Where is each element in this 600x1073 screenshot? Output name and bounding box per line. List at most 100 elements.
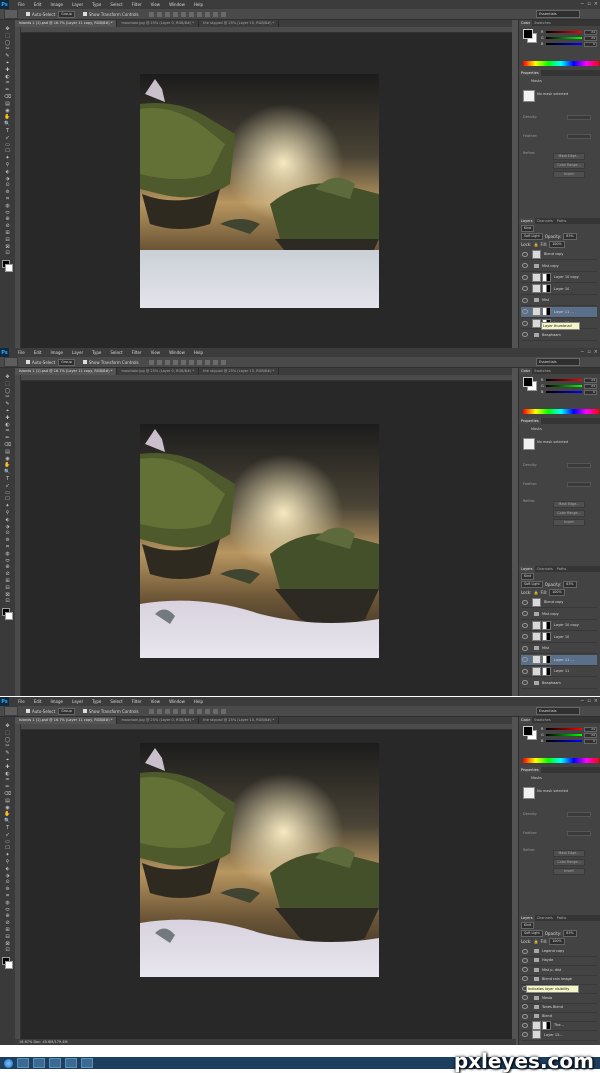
tool-icon[interactable]: ⊟ bbox=[3, 237, 12, 243]
menu-item-layer[interactable]: Layer bbox=[72, 2, 83, 7]
layer-thumbnail[interactable] bbox=[532, 1030, 541, 1040]
taskbar-mail-icon[interactable] bbox=[81, 1058, 93, 1068]
tool-icon[interactable]: ⬖ bbox=[3, 169, 12, 175]
doc-tab-3[interactable]: the sky.psd @ 25% (Layer 15, RGB/8#) * bbox=[199, 717, 280, 724]
tool-icon[interactable]: ✎ bbox=[3, 53, 12, 59]
align-icon[interactable] bbox=[204, 359, 210, 365]
menu-item-help[interactable]: Help bbox=[194, 350, 203, 355]
tab-color[interactable]: Color bbox=[519, 368, 533, 374]
tool-icon[interactable]: ⊕ bbox=[3, 913, 12, 919]
eye-icon[interactable] bbox=[522, 995, 528, 1000]
tool-icon[interactable]: 🔍 bbox=[3, 469, 12, 475]
background-color-swatch[interactable] bbox=[5, 612, 13, 620]
layer-name[interactable]: Hayde bbox=[542, 958, 553, 962]
tool-icon[interactable]: ⌫ bbox=[3, 791, 12, 797]
align-icon[interactable] bbox=[188, 359, 194, 365]
layer-name[interactable]: Mist p. dist bbox=[542, 968, 561, 972]
invert-button[interactable]: Invert bbox=[553, 868, 585, 875]
align-icon[interactable] bbox=[204, 708, 210, 714]
minimize-icon[interactable]: − bbox=[580, 698, 584, 704]
menu-item-view[interactable]: View bbox=[151, 699, 161, 704]
menu-item-edit[interactable]: Edit bbox=[34, 350, 42, 355]
maximize-icon[interactable]: ▫ bbox=[587, 1, 590, 7]
lock-icon[interactable]: 🔒 bbox=[533, 590, 538, 595]
color-range-button[interactable]: Color Range... bbox=[553, 162, 585, 169]
mask-edge-button[interactable]: Mask Edge... bbox=[553, 153, 585, 160]
color-slider-r[interactable]: R 24 bbox=[541, 29, 599, 35]
layer-row[interactable]: Layer 10 bbox=[521, 632, 597, 643]
opacity-field[interactable]: 63% bbox=[563, 929, 577, 937]
layer-row[interactable]: Mist bbox=[521, 643, 597, 654]
tool-icon[interactable]: ⌖ bbox=[3, 60, 12, 66]
color-spectrum[interactable] bbox=[523, 758, 599, 763]
eye-icon[interactable] bbox=[522, 332, 528, 337]
tool-icon[interactable]: ⊙ bbox=[3, 182, 12, 188]
density-field[interactable]: Density: bbox=[523, 114, 597, 120]
align-icon[interactable] bbox=[196, 11, 202, 17]
layer-thumbnail[interactable] bbox=[532, 249, 541, 259]
auto-select-checkbox[interactable] bbox=[26, 709, 30, 713]
layer-mask-thumbnail[interactable] bbox=[542, 655, 551, 664]
lock-icon[interactable]: 🔒 bbox=[533, 939, 538, 944]
density-slider[interactable] bbox=[567, 811, 591, 817]
tab-channels[interactable]: Channels bbox=[535, 915, 555, 921]
tool-icon[interactable]: ⚲ bbox=[3, 162, 12, 168]
align-icon[interactable] bbox=[148, 11, 154, 17]
tool-icon[interactable]: ◉ bbox=[3, 108, 12, 114]
layer-name[interactable]: Blend copy bbox=[544, 600, 563, 604]
align-icon[interactable] bbox=[172, 11, 178, 17]
slider-track[interactable] bbox=[546, 385, 582, 387]
tool-icon[interactable]: ◯ bbox=[3, 40, 12, 46]
align-icon[interactable] bbox=[196, 708, 202, 714]
tool-icon[interactable]: ✚ bbox=[3, 67, 12, 73]
tool-icon[interactable]: ⬗ bbox=[3, 524, 12, 530]
layer-thumbnail[interactable] bbox=[532, 318, 541, 328]
slider-value[interactable]: 24 bbox=[584, 732, 597, 738]
menu-item-view[interactable]: View bbox=[151, 350, 161, 355]
workspace-dropdown[interactable]: Essentials bbox=[536, 707, 580, 715]
tool-icon[interactable]: ⊡ bbox=[3, 598, 12, 604]
eye-icon[interactable] bbox=[522, 948, 528, 954]
tool-icon[interactable]: ➶ bbox=[3, 832, 12, 838]
density-field[interactable]: Density: bbox=[523, 811, 597, 817]
layer-thumbnail[interactable] bbox=[532, 284, 541, 293]
tool-icon[interactable]: ⊠ bbox=[3, 244, 12, 250]
layer-mask-thumbnail[interactable] bbox=[542, 620, 551, 630]
layer-name[interactable]: Layer 11 ... bbox=[554, 658, 574, 662]
slider-track[interactable] bbox=[546, 728, 582, 730]
tool-icon[interactable]: ⚲ bbox=[3, 510, 12, 516]
tool-icon[interactable]: T bbox=[3, 825, 12, 831]
layer-name[interactable]: Blend rain image bbox=[542, 977, 572, 981]
layer-name[interactable]: Layer 11 ... bbox=[554, 310, 574, 314]
lock-icon[interactable]: 🔒 bbox=[533, 242, 538, 247]
color-fg-swatch[interactable] bbox=[523, 377, 533, 387]
doc-tab-2[interactable]: mountain.jpg @ 25% (Layer 0, RGB/8#) * bbox=[117, 368, 200, 375]
slider-track[interactable] bbox=[546, 43, 582, 45]
tab-color[interactable]: Color bbox=[519, 717, 533, 723]
align-icon[interactable] bbox=[196, 359, 202, 365]
tool-icon[interactable]: ⬖ bbox=[3, 866, 12, 872]
tab-channels[interactable]: Channels bbox=[535, 218, 555, 224]
eye-icon[interactable] bbox=[522, 622, 528, 628]
minimize-icon[interactable]: − bbox=[580, 1, 584, 7]
tool-icon[interactable]: ⊕ bbox=[3, 564, 12, 570]
eye-icon[interactable] bbox=[522, 611, 528, 616]
menu-item-view[interactable]: View bbox=[151, 2, 161, 7]
align-icon[interactable] bbox=[148, 359, 154, 365]
close-icon[interactable]: × bbox=[594, 698, 598, 704]
tool-icon[interactable]: ◍ bbox=[3, 551, 12, 557]
menu-item-file[interactable]: File bbox=[18, 699, 25, 704]
auto-select-checkbox[interactable] bbox=[26, 360, 30, 364]
layer-row[interactable]: Mist bbox=[521, 295, 597, 306]
tool-icon[interactable]: 🔍 bbox=[3, 818, 12, 824]
align-icon[interactable] bbox=[220, 359, 226, 365]
auto-select-checkbox[interactable] bbox=[26, 12, 30, 16]
tool-icon[interactable]: ✂ bbox=[3, 743, 12, 749]
tool-icon[interactable]: ✦ bbox=[3, 852, 12, 858]
tool-icon[interactable]: ⌗ bbox=[3, 196, 12, 202]
eye-icon[interactable] bbox=[522, 320, 528, 326]
tool-icon[interactable]: ✥ bbox=[3, 26, 12, 32]
menu-item-image[interactable]: Image bbox=[50, 2, 63, 7]
tool-icon[interactable]: ✏ bbox=[3, 435, 12, 441]
menu-item-image[interactable]: Image bbox=[50, 699, 63, 704]
